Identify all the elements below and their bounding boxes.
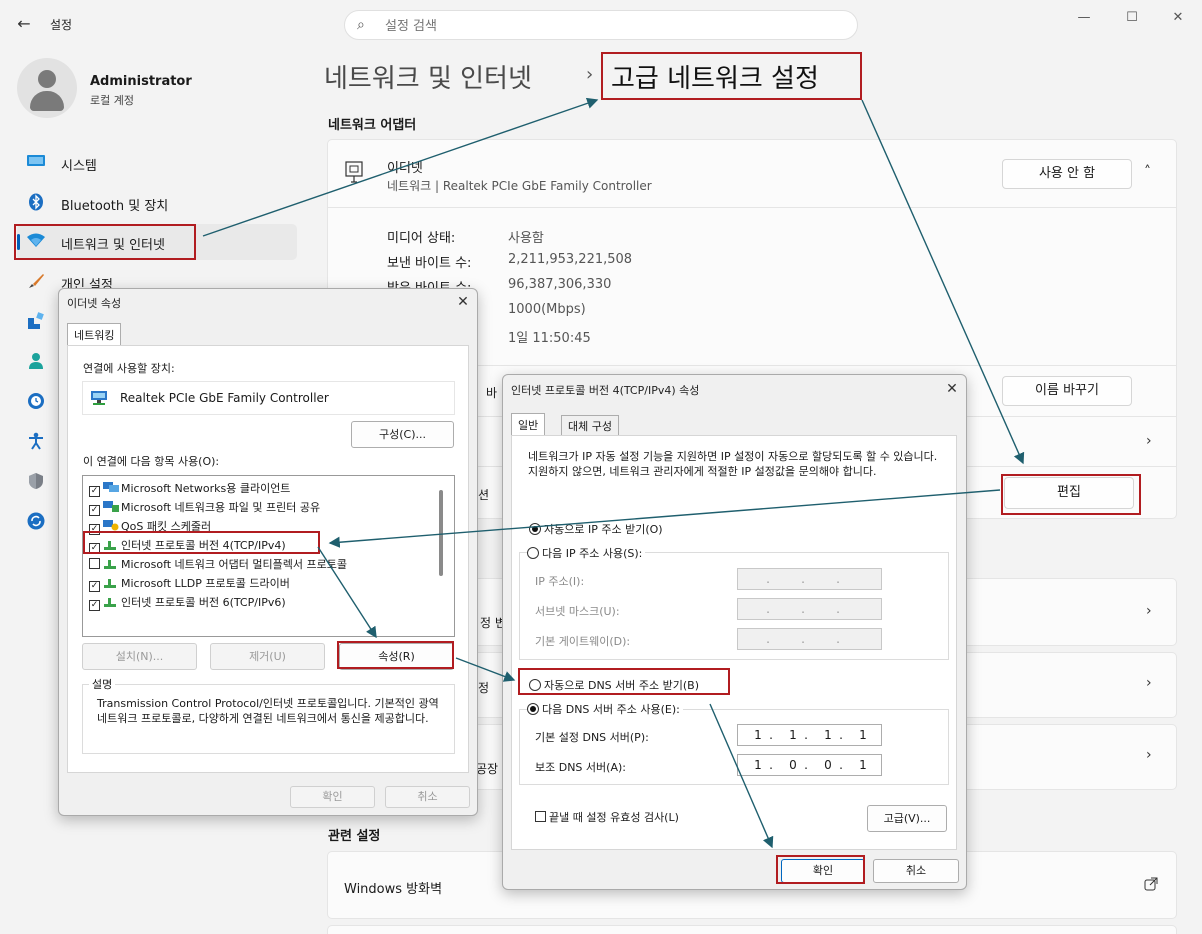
annotation-arrows bbox=[202, 97, 1025, 849]
arrow bbox=[328, 489, 1001, 548]
arrow bbox=[455, 657, 516, 682]
arrow bbox=[861, 99, 1025, 465]
arrow bbox=[709, 703, 774, 849]
arrow bbox=[202, 97, 599, 237]
arrow bbox=[317, 546, 377, 639]
